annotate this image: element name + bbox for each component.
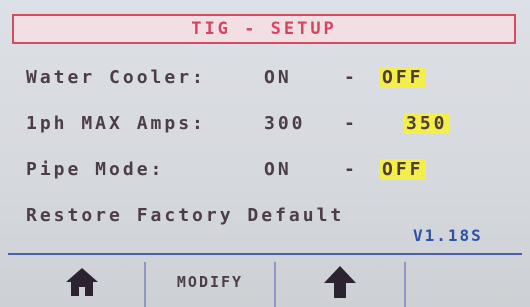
max-amps-row[interactable]: 1ph MAX Amps: 300 - 350 — [26, 108, 450, 138]
pipe-mode-option-off[interactable]: OFF — [380, 158, 426, 180]
modify-button-label: MODIFY — [176, 272, 244, 291]
max-amps-option-300[interactable]: 300 — [264, 113, 306, 134]
water-cooler-option-off[interactable]: OFF — [380, 66, 426, 88]
softkey-separator-line — [8, 253, 522, 255]
softkey-bar: MODIFY — [0, 256, 530, 307]
water-cooler-separator: - — [344, 66, 358, 88]
water-cooler-option-on[interactable]: ON — [264, 67, 292, 88]
water-cooler-label: Water Cooler: — [26, 66, 206, 88]
pipe-mode-label: Pipe Mode: — [26, 158, 165, 180]
max-amps-label: 1ph MAX Amps: — [26, 112, 206, 134]
home-icon — [65, 267, 99, 297]
up-button[interactable] — [276, 256, 404, 307]
tig-setup-screen: TIG - SETUP Water Cooler: ON - OFF 1ph M… — [0, 0, 530, 307]
title-bar: TIG - SETUP — [12, 14, 516, 44]
firmware-version: V1.18S — [413, 226, 483, 245]
home-button[interactable] — [20, 256, 144, 307]
pipe-mode-option-on[interactable]: ON — [264, 159, 292, 180]
water-cooler-row[interactable]: Water Cooler: ON - OFF — [26, 62, 426, 92]
pipe-mode-separator: - — [344, 158, 358, 180]
softkey-4[interactable] — [406, 256, 516, 307]
max-amps-option-350[interactable]: 350 — [404, 112, 450, 134]
pipe-mode-row[interactable]: Pipe Mode: ON - OFF — [26, 154, 426, 184]
page-title: TIG - SETUP — [191, 19, 337, 39]
modify-button[interactable]: MODIFY — [146, 256, 274, 307]
arrow-up-icon — [323, 265, 357, 299]
max-amps-separator: - — [344, 112, 358, 134]
restore-factory-default-label: Restore Factory Default — [26, 204, 345, 226]
restore-factory-default-row[interactable]: Restore Factory Default — [26, 200, 344, 230]
